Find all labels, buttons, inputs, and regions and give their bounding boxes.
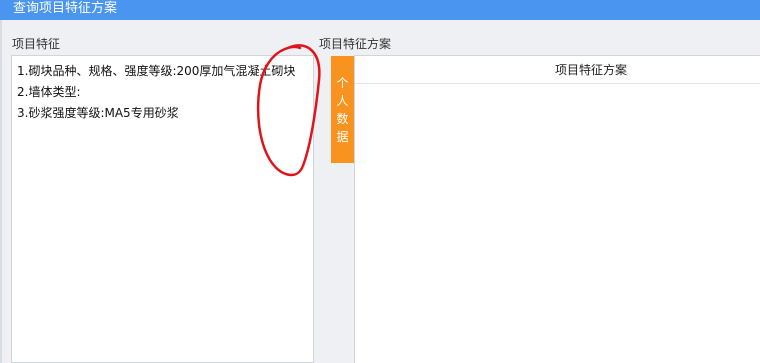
personal-data-tab[interactable]: 个 人 数 据 <box>331 56 354 163</box>
tab-char-1: 个 <box>336 75 349 90</box>
feature-label: 项目特征 <box>12 37 61 51</box>
window-left-edge <box>0 20 2 363</box>
tab-char-3: 数 <box>336 111 349 126</box>
window-title: 查询项目特征方案 <box>0 0 760 20</box>
red-circle-annotation <box>256 44 321 177</box>
tab-char-4: 据 <box>336 129 349 144</box>
tab-char-2: 人 <box>336 93 349 108</box>
scheme-table-header[interactable]: 项目特征方案 <box>355 56 760 84</box>
scheme-label: 项目特征方案 <box>319 37 392 51</box>
scheme-table: 项目特征方案 <box>354 55 760 363</box>
